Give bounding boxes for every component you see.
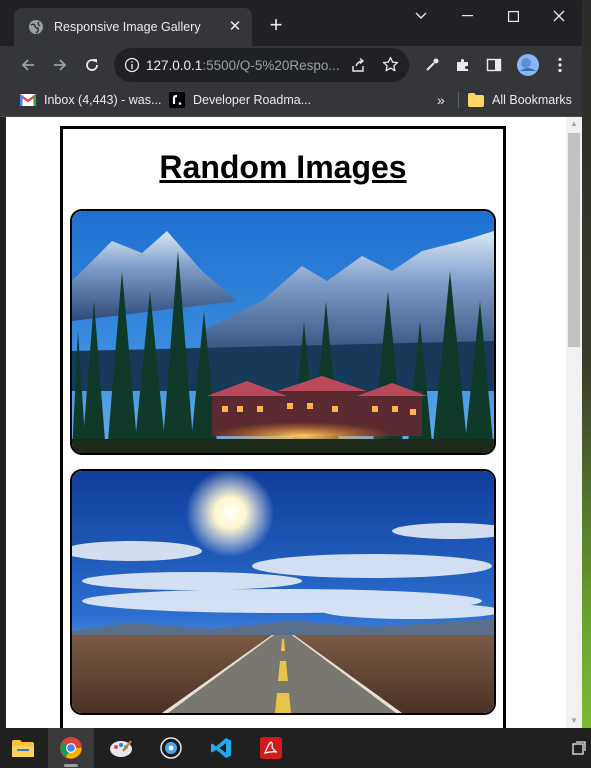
scroll-down-arrow-icon[interactable]: ▼ xyxy=(566,714,582,728)
bookmark-star-icon[interactable] xyxy=(382,56,399,78)
active-app-indicator xyxy=(64,764,78,767)
tab-responsive-image-gallery[interactable]: Responsive Image Gallery ✕ xyxy=(14,8,252,46)
bookmark-inbox-label: Inbox (4,443) - was... xyxy=(44,93,162,107)
all-bookmarks-button[interactable]: All Bookmarks xyxy=(468,90,572,110)
page-viewport: Random Images xyxy=(6,117,566,728)
page-scrollbar[interactable]: ▲ ▼ xyxy=(566,117,582,728)
desert-road-image xyxy=(70,469,496,715)
bookmarks-bar: Inbox (4,443) - was... Developer Roadma.… xyxy=(0,84,582,117)
url-text: 127.0.0.1:5500/Q-5%20Respo... xyxy=(146,58,346,73)
task-view-icon[interactable] xyxy=(566,728,591,768)
bookmark-roadmap-label: Developer Roadma... xyxy=(193,93,312,107)
bookmark-developer-roadmap[interactable]: Developer Roadma... xyxy=(169,90,311,110)
profile-avatar[interactable] xyxy=(516,53,540,77)
page-title: Random Images xyxy=(159,149,407,185)
globe-icon xyxy=(28,19,44,35)
gallery-container: Random Images xyxy=(60,126,506,728)
scrollbar-thumb[interactable] xyxy=(568,133,580,347)
tab-title: Responsive Image Gallery xyxy=(54,20,201,34)
minimize-button[interactable] xyxy=(444,0,490,32)
extensions-puzzle-icon[interactable] xyxy=(453,55,473,75)
bookmarks-divider xyxy=(458,92,459,108)
tab-search-icon[interactable] xyxy=(398,0,444,32)
bookmark-inbox[interactable]: Inbox (4,443) - was... xyxy=(20,90,161,110)
close-window-button[interactable] xyxy=(536,0,582,32)
share-icon[interactable] xyxy=(350,57,366,78)
reload-button[interactable] xyxy=(80,53,104,77)
chrome-icon[interactable] xyxy=(48,728,94,768)
browser-toolbar: 127.0.0.1:5500/Q-5%20Respo... xyxy=(0,46,582,84)
site-info-icon[interactable] xyxy=(124,57,140,78)
new-tab-button[interactable]: + xyxy=(264,13,288,37)
file-explorer-icon[interactable] xyxy=(0,728,46,768)
mountain-lodge-image xyxy=(70,209,496,455)
eyedropper-extension-icon[interactable] xyxy=(422,55,442,75)
acrobat-icon[interactable] xyxy=(248,728,294,768)
all-bookmarks-label: All Bookmarks xyxy=(492,93,572,107)
menu-kebab-icon[interactable] xyxy=(550,55,570,75)
url-host: 127.0.0.1 xyxy=(146,57,203,73)
scroll-up-arrow-icon[interactable]: ▲ xyxy=(566,117,582,131)
close-tab-icon[interactable]: ✕ xyxy=(226,18,244,36)
gmail-icon xyxy=(20,92,36,108)
folder-icon xyxy=(468,92,484,108)
media-icon[interactable] xyxy=(148,728,194,768)
tab-strip: Responsive Image Gallery ✕ + xyxy=(0,0,582,46)
vscode-icon[interactable] xyxy=(198,728,244,768)
windows-taskbar xyxy=(0,728,591,768)
roadmap-icon xyxy=(169,92,185,108)
url-path: :5500/Q-5%20Respo... xyxy=(202,57,340,73)
forward-button[interactable] xyxy=(48,53,72,77)
back-button[interactable] xyxy=(16,53,40,77)
browser-window: Responsive Image Gallery ✕ + 127.0.0.1:5… xyxy=(0,0,582,728)
paint-icon[interactable] xyxy=(98,728,144,768)
bookmarks-overflow-button[interactable]: » xyxy=(437,90,445,110)
maximize-button[interactable] xyxy=(490,0,536,32)
side-panel-icon[interactable] xyxy=(484,55,504,75)
address-bar[interactable]: 127.0.0.1:5500/Q-5%20Respo... xyxy=(114,48,409,82)
